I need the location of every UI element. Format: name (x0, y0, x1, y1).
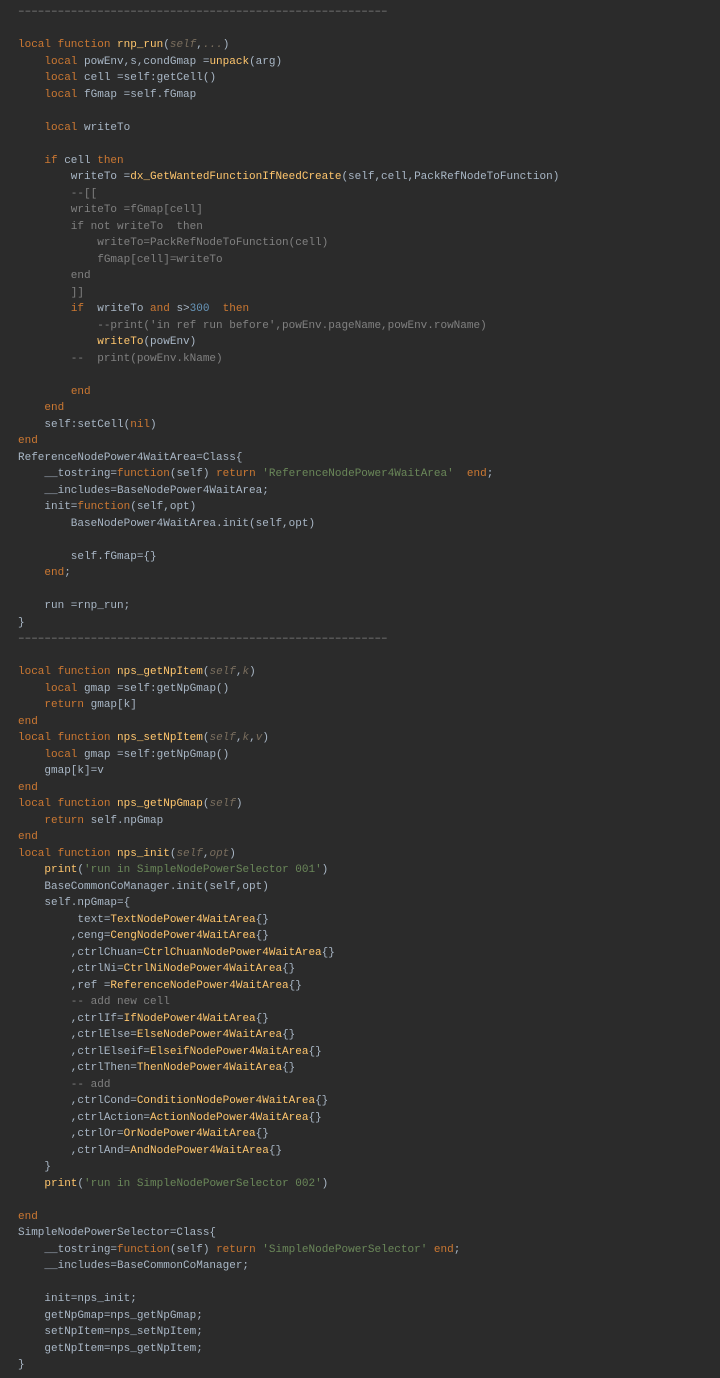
code-line[interactable]: local gmap =self:getNpGmap() (18, 681, 720, 698)
code-line[interactable]: ,ctrlOr=OrNodePower4WaitArea{} (18, 1126, 720, 1143)
code-line[interactable]: ,ceng=CengNodePower4WaitArea{} (18, 928, 720, 945)
code-line[interactable]: end (18, 433, 720, 450)
code-line[interactable] (18, 1275, 720, 1292)
code-line[interactable]: __includes=BaseNodePower4WaitArea; (18, 483, 720, 500)
code-line[interactable]: -- print(powEnv.kName) (18, 351, 720, 368)
code-line[interactable]: __tostring=function(self) return 'Simple… (18, 1242, 720, 1259)
code-line[interactable]: end (18, 400, 720, 417)
code-line[interactable]: self.npGmap={ (18, 895, 720, 912)
code-line[interactable]: ,ctrlAnd=AndNodePower4WaitArea{} (18, 1143, 720, 1160)
code-line[interactable]: init=function(self,opt) (18, 499, 720, 516)
code-line[interactable]: end (18, 714, 720, 731)
code-line[interactable]: __tostring=function(self) return 'Refere… (18, 466, 720, 483)
code-line[interactable]: init=nps_init; (18, 1291, 720, 1308)
code-line[interactable]: end (18, 268, 720, 285)
code-line[interactable]: local function nps_getNpItem(self,k) (18, 664, 720, 681)
code-line[interactable]: self:setCell(nil) (18, 417, 720, 434)
code-line[interactable] (18, 582, 720, 599)
code-line[interactable]: ,ctrlChuan=CtrlChuanNodePower4WaitArea{} (18, 945, 720, 962)
code-line[interactable]: writeTo =fGmap[cell] (18, 202, 720, 219)
code-line[interactable]: gmap[k]=v (18, 763, 720, 780)
code-line[interactable]: ––––––––––––––––––––––––––––––––––––––––… (18, 631, 720, 648)
code-line[interactable]: local fGmap =self.fGmap (18, 87, 720, 104)
code-line[interactable]: -- add (18, 1077, 720, 1094)
code-line[interactable]: return self.npGmap (18, 813, 720, 830)
code-line[interactable]: if cell then (18, 153, 720, 170)
code-line[interactable]: run =rnp_run; (18, 598, 720, 615)
code-line[interactable]: end (18, 780, 720, 797)
code-line[interactable]: --[[ (18, 186, 720, 203)
code-line[interactable]: SimpleNodePowerSelector=Class{ (18, 1225, 720, 1242)
code-line[interactable]: local gmap =self:getNpGmap() (18, 747, 720, 764)
code-line[interactable] (18, 648, 720, 665)
code-line[interactable]: writeTo(powEnv) (18, 334, 720, 351)
code-line[interactable]: text=TextNodePower4WaitArea{} (18, 912, 720, 929)
code-line[interactable] (18, 367, 720, 384)
code-line[interactable]: ]] (18, 285, 720, 302)
code-line[interactable]: ReferenceNodePower4WaitArea=Class{ (18, 450, 720, 467)
code-line[interactable]: ,ref =ReferenceNodePower4WaitArea{} (18, 978, 720, 995)
code-line[interactable] (18, 532, 720, 549)
code-line[interactable]: ,ctrlCond=ConditionNodePower4WaitArea{} (18, 1093, 720, 1110)
code-line[interactable]: } (18, 1357, 720, 1374)
code-line[interactable]: ,ctrlIf=IfNodePower4WaitArea{} (18, 1011, 720, 1028)
code-line[interactable]: } (18, 615, 720, 632)
code-line[interactable] (18, 136, 720, 153)
code-line[interactable]: local function nps_setNpItem(self,k,v) (18, 730, 720, 747)
code-line[interactable]: end (18, 384, 720, 401)
code-line[interactable]: setNpItem=nps_setNpItem; (18, 1324, 720, 1341)
code-line[interactable]: ––––––––––––––––––––––––––––––––––––––––… (18, 4, 720, 21)
code-line[interactable]: local function nps_getNpGmap(self) (18, 796, 720, 813)
code-line[interactable]: ,ctrlNi=CtrlNiNodePower4WaitArea{} (18, 961, 720, 978)
code-line[interactable]: } (18, 1159, 720, 1176)
code-line[interactable]: if writeTo and s>300 then (18, 301, 720, 318)
code-line[interactable]: BaseNodePower4WaitArea.init(self,opt) (18, 516, 720, 533)
code-line[interactable]: if not writeTo then (18, 219, 720, 236)
code-line[interactable]: BaseCommonCoManager.init(self,opt) (18, 879, 720, 896)
code-line[interactable]: getNpGmap=nps_getNpGmap; (18, 1308, 720, 1325)
code-line[interactable]: getNpItem=nps_getNpItem; (18, 1341, 720, 1358)
code-line[interactable]: end (18, 1209, 720, 1226)
code-line[interactable]: writeTo=PackRefNodeToFunction(cell) (18, 235, 720, 252)
code-line[interactable]: writeTo =dx_GetWantedFunctionIfNeedCreat… (18, 169, 720, 186)
code-line[interactable] (18, 1192, 720, 1209)
code-editor[interactable]: ––––––––––––––––––––––––––––––––––––––––… (0, 0, 720, 1378)
code-line[interactable] (18, 103, 720, 120)
code-line[interactable]: print('run in SimpleNodePowerSelector 00… (18, 862, 720, 879)
code-line[interactable]: end (18, 829, 720, 846)
code-line[interactable]: local cell =self:getCell() (18, 70, 720, 87)
code-line[interactable]: return gmap[k] (18, 697, 720, 714)
code-line[interactable]: ,ctrlAction=ActionNodePower4WaitArea{} (18, 1110, 720, 1127)
code-line[interactable]: self.fGmap={} (18, 549, 720, 566)
code-line[interactable]: -- add new cell (18, 994, 720, 1011)
code-line[interactable]: print('run in SimpleNodePowerSelector 00… (18, 1176, 720, 1193)
code-line[interactable]: end; (18, 565, 720, 582)
code-line[interactable]: --print('in ref run before',powEnv.pageN… (18, 318, 720, 335)
code-line[interactable]: local powEnv,s,condGmap =unpack(arg) (18, 54, 720, 71)
code-line[interactable]: local function rnp_run(self,...) (18, 37, 720, 54)
code-line[interactable]: ,ctrlElseif=ElseifNodePower4WaitArea{} (18, 1044, 720, 1061)
code-line[interactable]: local function nps_init(self,opt) (18, 846, 720, 863)
code-line[interactable]: __includes=BaseCommonCoManager; (18, 1258, 720, 1275)
code-line[interactable]: ,ctrlElse=ElseNodePower4WaitArea{} (18, 1027, 720, 1044)
code-line[interactable]: fGmap[cell]=writeTo (18, 252, 720, 269)
code-line[interactable]: ,ctrlThen=ThenNodePower4WaitArea{} (18, 1060, 720, 1077)
code-line[interactable] (18, 21, 720, 38)
code-line[interactable]: local writeTo (18, 120, 720, 137)
